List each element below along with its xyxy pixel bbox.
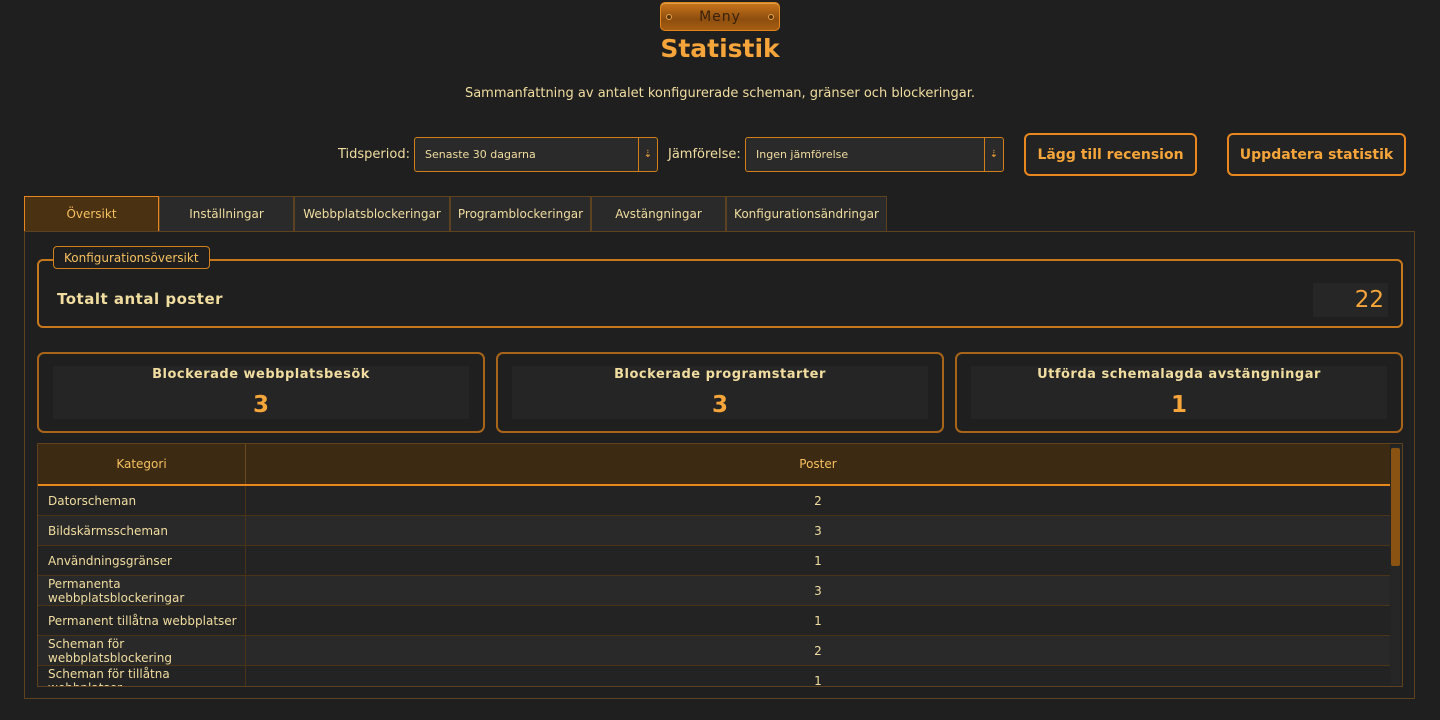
- period-label: Tidsperiod:: [338, 147, 410, 162]
- menu-button[interactable]: Meny: [660, 2, 780, 31]
- table-row[interactable]: Scheman för webbplatsblockering 2: [38, 636, 1390, 666]
- cell-entries: 1: [814, 613, 822, 628]
- config-overview-group: [37, 259, 1403, 328]
- total-entries-label: Totalt antal poster: [57, 290, 224, 308]
- tab-settings[interactable]: Inställningar: [159, 196, 294, 232]
- chevron-down-icon[interactable]: ⇣: [638, 138, 657, 171]
- chevron-down-icon[interactable]: ⇣: [984, 138, 1003, 171]
- tab-bar: Översikt Inställningar Webbplatsblockeri…: [24, 196, 887, 232]
- tab-program-blocks[interactable]: Programblockeringar: [450, 196, 591, 232]
- tab-overview[interactable]: Översikt: [24, 196, 159, 232]
- stat-card-program-starts: Blockerade programstarter 3: [496, 352, 944, 433]
- cell-category: Användningsgränser: [38, 546, 246, 575]
- cell-entries: 3: [814, 523, 822, 538]
- card-title: Blockerade programstarter: [614, 367, 826, 382]
- cell-category: Permanenta webbplatsblockeringar: [38, 576, 246, 605]
- table-row[interactable]: Scheman för tillåtna webbplatser 1: [38, 666, 1390, 687]
- stat-card-shutdowns: Utförda schemalagda avstängningar 1: [955, 352, 1403, 433]
- bolt-icon: [768, 14, 774, 20]
- table-row[interactable]: Användningsgränser 1: [38, 546, 1390, 576]
- add-review-button[interactable]: Lägg till recension: [1024, 133, 1197, 176]
- cell-category: Scheman för webbplatsblockering: [38, 636, 246, 665]
- table-scrollbar-thumb[interactable]: [1391, 448, 1400, 566]
- compare-select-value: Ingen jämförelse: [756, 148, 849, 161]
- card-value: 3: [711, 392, 728, 418]
- column-header-category[interactable]: Kategori: [38, 444, 246, 484]
- total-entries-value: 22: [1313, 283, 1388, 317]
- cell-category: Permanent tillåtna webbplatser: [38, 606, 246, 635]
- table-row[interactable]: Permanent tillåtna webbplatser 1: [38, 606, 1390, 636]
- tab-website-blocks[interactable]: Webbplatsblockeringar: [294, 196, 450, 232]
- card-value: 1: [1170, 392, 1187, 418]
- card-value: 3: [252, 392, 269, 418]
- compare-select[interactable]: Ingen jämförelse ⇣: [745, 137, 1004, 172]
- cell-category: Datorscheman: [38, 486, 246, 515]
- table-body: Datorscheman 2 Bildskärmsscheman 3 Använ…: [38, 486, 1390, 687]
- cell-category: Scheman för tillåtna webbplatser: [38, 666, 246, 686]
- cell-entries: 2: [814, 493, 822, 508]
- page-subtitle: Sammanfattning av antalet konfigurerade …: [464, 86, 976, 101]
- group-title: Konfigurationsöversikt: [53, 246, 210, 269]
- card-title: Utförda schemalagda avstängningar: [1037, 367, 1321, 382]
- refresh-stats-button[interactable]: Uppdatera statistik: [1227, 133, 1406, 176]
- tab-config-changes[interactable]: Konfigurationsändringar: [726, 196, 887, 232]
- table-row[interactable]: Permanenta webbplatsblockeringar 3: [38, 576, 1390, 606]
- cell-category: Bildskärmsscheman: [38, 516, 246, 545]
- cell-entries: 1: [814, 553, 822, 568]
- cell-entries: 1: [814, 673, 822, 687]
- cell-entries: 3: [814, 583, 822, 598]
- cell-entries: 2: [814, 643, 822, 658]
- period-select[interactable]: Senaste 30 dagarna ⇣: [414, 137, 658, 172]
- bolt-icon: [666, 14, 672, 20]
- table-header: Kategori Poster: [38, 444, 1390, 486]
- period-select-value: Senaste 30 dagarna: [425, 148, 536, 161]
- stat-card-website-visits: Blockerade webbplatsbesök 3: [37, 352, 485, 433]
- compare-label: Jämförelse:: [668, 147, 741, 162]
- table-row[interactable]: Bildskärmsscheman 3: [38, 516, 1390, 546]
- tab-shutdowns[interactable]: Avstängningar: [591, 196, 726, 232]
- category-table: Kategori Poster Datorscheman 2 Bildskärm…: [37, 443, 1403, 687]
- table-row[interactable]: Datorscheman 2: [38, 486, 1390, 516]
- page-title: Statistik: [660, 34, 780, 63]
- card-title: Blockerade webbplatsbesök: [152, 367, 370, 382]
- column-header-entries[interactable]: Poster: [246, 444, 1390, 484]
- menu-button-label: Meny: [699, 8, 741, 25]
